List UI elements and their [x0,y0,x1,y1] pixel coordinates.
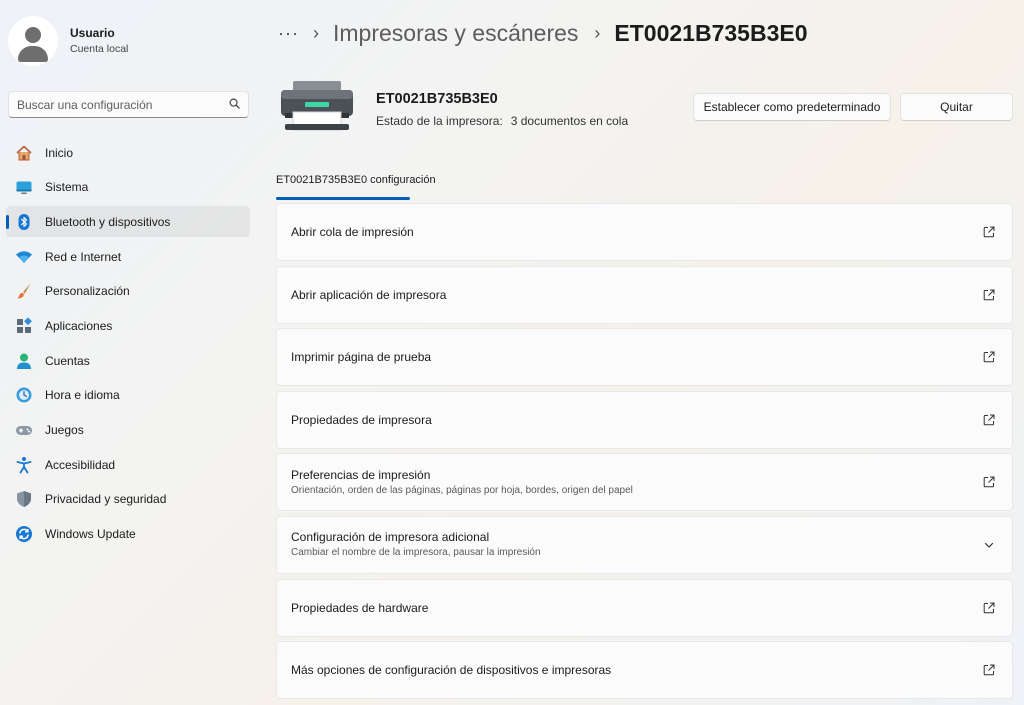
card-title: Abrir cola de impresión [291,225,414,239]
chevron-down-icon[interactable] [982,538,996,552]
sidebar-item-label: Cuentas [45,353,90,368]
printer-status-value: 3 documentos en cola [510,114,629,128]
shield-icon [15,490,33,508]
user-profile[interactable]: Usuario Cuenta local [8,16,128,66]
accessibility-icon [15,456,33,474]
sidebar-item-aplicaciones[interactable]: Aplicaciones [6,310,250,341]
sidebar-item-personalizacion[interactable]: Personalización [6,276,250,307]
open-external-icon [982,288,996,302]
open-external-icon [982,413,996,427]
avatar[interactable] [8,16,58,66]
user-account-type: Cuenta local [70,43,129,55]
tab-underline [276,197,410,200]
printer-header: ET0021B735B3E0 Estado de la impresora: 3 … [279,80,628,137]
card-title: Abrir aplicación de impresora [291,287,447,302]
sidebar-item-privacidad[interactable]: Privacidad y seguridad [6,484,250,515]
sidebar-item-label: Inicio [45,145,74,160]
open-external-icon [982,350,996,364]
printer-icon [279,80,355,137]
chevron-right-icon: › [594,22,601,43]
card-abrir-cola[interactable]: Abrir cola de impresión [276,203,1013,261]
sidebar-item-windows-update[interactable]: Windows Update [6,519,250,550]
card-title: Propiedades de impresora [291,412,432,427]
card-preferencias-impresion[interactable]: Preferencias de impresión Orientación, o… [276,453,1013,512]
sidebar-item-juegos[interactable]: Juegos [6,415,250,446]
card-abrir-aplicacion[interactable]: Abrir aplicación de impresora [276,265,1013,324]
card-title: Preferencias de impresión [291,467,431,482]
sidebar-item-label: Personalización [45,284,130,299]
open-external-icon [982,475,996,489]
search-icon[interactable] [229,96,240,114]
system-icon [15,178,33,196]
card-title: Más opciones de configuración de disposi… [291,663,612,678]
open-external-icon [982,225,996,239]
apps-icon [15,317,33,335]
sidebar-item-label: Aplicaciones [45,318,113,333]
bluetooth-icon [15,213,33,231]
card-title: Propiedades de hardware [291,600,429,615]
sidebar: Usuario Cuenta local Inicio Sistema Blue… [0,0,262,705]
card-subtitle: Orientación, orden de las páginas, págin… [291,484,633,496]
sidebar-item-hora-idioma[interactable]: Hora e idioma [6,380,250,411]
search-box[interactable] [8,91,249,118]
sidebar-item-bluetooth[interactable]: Bluetooth y dispositivos [6,206,250,238]
search-input[interactable] [17,97,229,112]
card-propiedades-hardware[interactable]: Propiedades de hardware [276,578,1013,637]
update-icon [15,525,33,543]
sidebar-item-cuentas[interactable]: Cuentas [6,345,250,376]
sidebar-item-label: Juegos [45,423,84,437]
sidebar-item-inicio[interactable]: Inicio [6,137,250,168]
printer-name: ET0021B735B3E0 [376,91,498,107]
printer-status: Estado de la impresora: 3 documentos en c… [376,114,628,128]
sidebar-item-label: Sistema [45,180,89,195]
user-name: Usuario [70,26,115,40]
page-title: ET0021B735B3E0 [614,19,808,46]
sidebar-item-label: Windows Update [45,527,136,542]
sidebar-item-sistema[interactable]: Sistema [6,172,250,203]
breadcrumb-more-button[interactable]: ··· [278,23,299,44]
breadcrumb: ··· › Impresoras y escáneres › ET0021B73… [278,16,808,50]
open-external-icon [982,601,996,615]
sidebar-item-label: Red e Internet [45,249,122,264]
sidebar-item-red[interactable]: Red e Internet [6,241,250,272]
settings-list: Abrir cola de impresión Abrir aplicación… [276,203,1013,704]
printer-status-label: Estado de la impresora: [376,114,503,128]
card-configuracion-adicional[interactable]: Configuración de impresora adicional Cam… [276,515,1013,574]
sidebar-item-label: Privacidad y seguridad [45,492,167,507]
card-title: Imprimir página de prueba [291,350,432,365]
home-icon [15,144,33,162]
wifi-icon [15,248,33,266]
card-imprimir-prueba[interactable]: Imprimir página de prueba [276,328,1013,387]
sidebar-item-label: Hora e idioma [45,388,120,403]
sidebar-nav: Inicio Sistema Bluetooth y dispositivos … [6,137,250,553]
gamepad-icon [15,421,33,439]
sidebar-item-label: Accesibilidad [45,457,116,472]
sidebar-item-label: Bluetooth y dispositivos [45,214,171,229]
open-external-icon [982,663,996,677]
chevron-right-icon: › [312,22,319,43]
set-default-button[interactable]: Establecer como predeterminado [693,93,891,121]
sidebar-item-accesibilidad[interactable]: Accesibilidad [6,449,250,480]
brush-icon [15,282,33,300]
accounts-icon [15,352,33,370]
remove-button[interactable]: Quitar [900,93,1013,121]
breadcrumb-parent[interactable]: Impresoras y escáneres [333,20,578,47]
card-subtitle: Cambiar el nombre de la impresora, pausa… [291,547,541,559]
time-language-icon [15,386,33,404]
card-mas-opciones[interactable]: Más opciones de configuración de disposi… [276,641,1013,700]
card-title: Configuración de impresora adicional [291,530,490,545]
card-propiedades-impresora[interactable]: Propiedades de impresora [276,390,1013,449]
